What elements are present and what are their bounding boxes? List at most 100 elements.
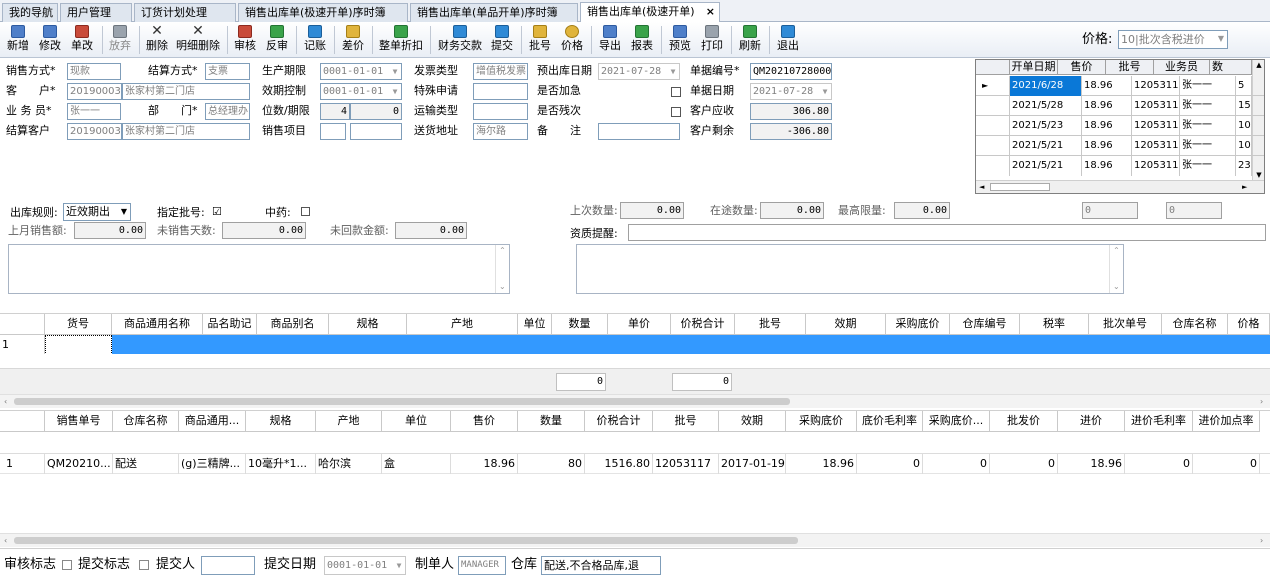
order-discount-button[interactable]: 整单折扣: [377, 24, 425, 56]
submit-flag-checkbox[interactable]: [139, 560, 149, 570]
hcol-generic-name[interactable]: 商品通用...: [179, 411, 246, 432]
hcol-expiry[interactable]: 效期: [719, 411, 786, 432]
tcm-checkbox[interactable]: [301, 207, 310, 216]
mini-hscroll[interactable]: ◄ ►: [976, 180, 1264, 193]
edit-button[interactable]: 修改: [36, 24, 64, 56]
scroll-left-icon[interactable]: ◄: [979, 181, 984, 193]
settle-method-field[interactable]: 支票: [205, 63, 250, 80]
col-mnemonic[interactable]: 品名助记: [203, 314, 257, 335]
col-amount[interactable]: 价税合计: [671, 314, 735, 335]
single-edit-button[interactable]: 单改: [68, 24, 96, 56]
tab-user-management[interactable]: 用户管理: [60, 3, 132, 22]
hcol-cost-markup[interactable]: 进价加点率: [1193, 411, 1260, 432]
audit-button[interactable]: 审核: [231, 24, 259, 56]
col-alias[interactable]: 商品别名: [257, 314, 329, 335]
item-no-cell[interactable]: [45, 335, 112, 355]
residual-checkbox[interactable]: [671, 107, 681, 117]
digits-field[interactable]: 4: [320, 103, 350, 120]
mini-row[interactable]: 2021/5/21 18.96 12053117 张一一 23: [976, 156, 1264, 176]
mini-row[interactable]: 2021/5/28 18.96 12053117 张一一 15: [976, 96, 1264, 116]
delete-button[interactable]: ✕ 删除: [143, 24, 171, 56]
submit-date-field[interactable]: 0001-01-01 ▼: [324, 556, 406, 575]
submitter-field[interactable]: [201, 556, 255, 575]
urgent-checkbox[interactable]: [671, 87, 681, 97]
filter-row[interactable]: [0, 432, 1270, 454]
detail-hscroll-thumb[interactable]: [14, 398, 790, 405]
address-field[interactable]: 海尔路: [473, 123, 528, 140]
price-button[interactable]: 价格: [558, 24, 586, 56]
scroll-right-icon[interactable]: ›: [1260, 395, 1263, 408]
scroll-up-icon[interactable]: ▲: [1253, 60, 1264, 70]
salesman-field[interactable]: 张一一: [67, 103, 121, 120]
new-button[interactable]: 新增: [6, 24, 30, 56]
col-unit-price[interactable]: 单价: [608, 314, 671, 335]
hcol-spec[interactable]: 规格: [246, 411, 316, 432]
report-button[interactable]: 报表: [628, 24, 656, 56]
col-item-no[interactable]: 货号: [45, 314, 112, 335]
col-origin[interactable]: 产地: [407, 314, 518, 335]
validity-field[interactable]: 0001-01-01 ▼: [320, 83, 402, 100]
scroll-left-icon[interactable]: ‹: [4, 534, 7, 547]
warehouse-field[interactable]: 配送,不合格品库,退: [541, 556, 661, 575]
scroll-down-icon[interactable]: ⌄: [499, 281, 506, 293]
discard-button[interactable]: 放弃: [106, 24, 134, 56]
table-row[interactable]: 1: [0, 335, 1270, 355]
submit-button[interactable]: 提交: [488, 24, 516, 56]
refresh-button[interactable]: 刷新: [736, 24, 764, 56]
scroll-up-icon[interactable]: ⌃: [1110, 245, 1123, 257]
detail-hscroll[interactable]: ‹ ›: [0, 394, 1270, 408]
remark-field[interactable]: [598, 123, 680, 140]
price-mode-select[interactable]: 10|批次含税进价 ▼: [1118, 30, 1228, 49]
delete-detail-button[interactable]: ✕ 明细删除: [173, 24, 223, 56]
dept-field[interactable]: 总经理办: [205, 103, 250, 120]
sales-item-name-field[interactable]: [350, 123, 402, 140]
doc-date-field[interactable]: 2021-07-28 ▼: [750, 83, 832, 100]
batch-checkbox[interactable]: ☑: [212, 204, 222, 219]
vscroll[interactable]: ⌃ ⌄: [495, 245, 509, 293]
price-diff-button[interactable]: 差价: [339, 24, 367, 56]
print-button[interactable]: 打印: [698, 24, 726, 56]
hcol-wholesale[interactable]: 批发价: [990, 411, 1058, 432]
qual-field[interactable]: [628, 224, 1266, 241]
notes-textarea-right[interactable]: ⌃ ⌄: [576, 244, 1124, 294]
mini-row[interactable]: 2021/5/23 18.96 12053117 张一一 10: [976, 116, 1264, 136]
mini-col-date[interactable]: 开单日期: [1010, 60, 1058, 75]
audit-flag-checkbox[interactable]: [62, 560, 72, 570]
hcol-qty[interactable]: 数量: [518, 411, 585, 432]
col-expiry[interactable]: 效期: [806, 314, 886, 335]
mini-col-price[interactable]: 售价: [1058, 60, 1106, 75]
tab-order-plan[interactable]: 订货计划处理: [134, 3, 236, 22]
mini-row[interactable]: ► 2021/6/28 18.96 12053117 张一一 5: [976, 76, 1264, 96]
pre-out-date-field[interactable]: 2021-07-28 ▼: [598, 63, 680, 80]
settle-customer-name-field[interactable]: 张家村第二门店: [122, 123, 250, 140]
col-price[interactable]: 价格: [1228, 314, 1270, 335]
doc-no-field[interactable]: QM20210728000: [750, 63, 832, 80]
post-button[interactable]: 记账: [301, 24, 329, 56]
mini-col-batch[interactable]: 批号: [1106, 60, 1154, 75]
invoice-type-field[interactable]: 增值税发票: [473, 63, 528, 80]
hcol-sales-no[interactable]: 销售单号: [45, 411, 113, 432]
mini-hscroll-thumb[interactable]: [990, 183, 1050, 191]
unaudit-button[interactable]: 反审: [263, 24, 291, 56]
col-qty[interactable]: 数量: [552, 314, 608, 335]
period-field[interactable]: 0: [350, 103, 402, 120]
prod-date-field[interactable]: 0001-01-01 ▼: [320, 63, 402, 80]
table-row[interactable]: 1 QM20210... 配送 (g)三精牌... 10毫升*1... 哈尔滨 …: [0, 454, 1270, 474]
hcol-base-price[interactable]: 采购底价: [786, 411, 857, 432]
hcol-warehouse[interactable]: 仓库名称: [113, 411, 179, 432]
scroll-right-icon[interactable]: ►: [1242, 181, 1247, 193]
hcol-price[interactable]: 售价: [451, 411, 518, 432]
hcol-batch[interactable]: 批号: [653, 411, 719, 432]
settle-customer-code-field[interactable]: 20190003: [67, 123, 122, 140]
col-unit[interactable]: 单位: [518, 314, 552, 335]
hcol-base-margin[interactable]: 底价毛利率: [857, 411, 923, 432]
sales-item-code-field[interactable]: [320, 123, 346, 140]
col-spec[interactable]: 规格: [329, 314, 407, 335]
batch-button[interactable]: 批号: [526, 24, 554, 56]
scroll-left-icon[interactable]: ‹: [4, 395, 7, 408]
scroll-right-icon[interactable]: ›: [1260, 534, 1263, 547]
tab-sales-outbound-fast[interactable]: 销售出库单(极速开单) ×: [580, 2, 720, 23]
scroll-up-icon[interactable]: ⌃: [496, 245, 509, 257]
history-hscroll[interactable]: ‹ ›: [0, 533, 1270, 547]
hcol-cost[interactable]: 进价: [1058, 411, 1125, 432]
